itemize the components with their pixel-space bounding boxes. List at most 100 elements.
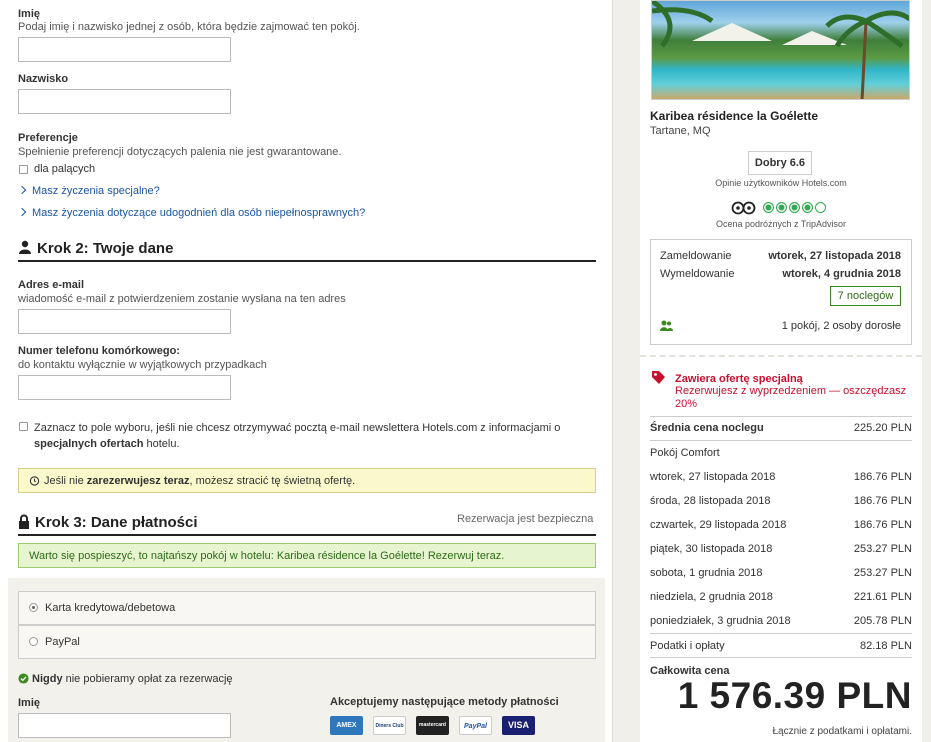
cardholder-name-label: Imię: [18, 697, 41, 709]
booking-form: Imię Podaj imię i nazwisko jednej z osób…: [0, 0, 613, 742]
first-name-label: Imię: [18, 8, 41, 20]
night-date: sobota, 1 grudnia 2018: [650, 567, 763, 579]
taxes-row: Podatki i opłaty 82.18 PLN: [650, 640, 912, 652]
nightly-price-row: środa, 28 listopada 2018 186.76 PLN: [650, 495, 912, 507]
payment-card-option[interactable]: Karta kredytowa/debetowa: [18, 591, 596, 625]
card-radio[interactable]: [29, 603, 38, 612]
secure-booking-text: Rezerwacja jest bezpieczna: [457, 513, 594, 525]
night-date: niedziela, 2 grudnia 2018: [650, 591, 773, 603]
ticket-edge-divider: [640, 355, 922, 357]
special-offer-title: Zawiera ofertę specjalną: [675, 373, 803, 385]
preferences-label: Preferencje: [18, 132, 78, 144]
email-label: Adres e-mail: [18, 279, 85, 291]
night-price: 186.76 PLN: [853, 471, 912, 483]
nightly-price-row: poniedziałek, 3 grudnia 2018 205.78 PLN: [650, 615, 912, 627]
checkin-row: Zameldowanie wtorek, 27 listopada 2018: [660, 250, 901, 262]
email-hint: wiadomość e-mail z potwierdzeniem zostan…: [18, 293, 346, 305]
paypal-radio[interactable]: [29, 637, 38, 646]
hotel-location: Tartane, MQ: [650, 125, 711, 137]
mastercard-card-icon: mastercard: [416, 716, 449, 735]
payment-paypal-option[interactable]: PayPal: [18, 625, 596, 659]
night-price: 205.78 PLN: [853, 615, 912, 627]
total-price: 1 576.39 PLN: [677, 675, 912, 716]
nightly-price-row: sobota, 1 grudnia 2018 253.27 PLN: [650, 567, 912, 579]
step2-heading: Krok 2: Twoje dane: [18, 240, 173, 257]
guests-icon: [660, 320, 673, 331]
special-requests-link[interactable]: Masz życzenia specjalne?: [17, 185, 160, 197]
nights-badge: 7 noclegów: [830, 286, 901, 306]
tripadvisor-bubbles: [763, 202, 828, 216]
rating-bubble: [763, 202, 774, 213]
nightly-price-row: piątek, 30 listopada 2018 253.27 PLN: [650, 543, 912, 555]
guests-row: 1 pokój, 2 osoby dorosłe: [660, 320, 901, 333]
night-date: środa, 28 listopada 2018: [650, 495, 771, 507]
cheapest-room-alert: Warto się pospieszyć, to najtańszy pokój…: [18, 543, 596, 568]
phone-label: Numer telefonu komórkowego:: [18, 345, 180, 357]
email-input[interactable]: [18, 309, 231, 334]
night-date: wtorek, 27 listopada 2018: [650, 471, 776, 483]
checkout-row: Wymeldowanie wtorek, 4 grudnia 2018: [660, 268, 901, 280]
lock-icon: [19, 514, 29, 529]
night-price: 253.27 PLN: [853, 567, 912, 579]
step3-heading: Krok 3: Dane płatności: [18, 514, 198, 531]
hotel-photo-drawing: [652, 1, 909, 99]
step3-divider: [18, 534, 596, 536]
check-circle-icon: [18, 673, 29, 684]
newsletter-checkbox[interactable]: [19, 422, 28, 431]
rating-caption: Opinie użytkowników Hotels.com: [715, 178, 847, 188]
last-name-label: Nazwisko: [18, 73, 69, 85]
step2-divider: [18, 260, 596, 262]
user-icon: [19, 240, 31, 254]
total-note: Łącznie z podatkami i opłatami.: [772, 726, 912, 737]
accessibility-requests-link[interactable]: Masz życzenia dotyczące udogodnień dla o…: [17, 207, 365, 219]
first-name-hint: Podaj imię i nazwisko jednej z osób, któ…: [18, 21, 360, 33]
paypal-card-icon: PayPal: [459, 716, 492, 735]
avg-price-row: Średnia cena noclegu 225.20 PLN: [650, 422, 912, 434]
night-price: 221.61 PLN: [853, 591, 912, 603]
night-price: 253.27 PLN: [853, 543, 912, 555]
rating-badge: Dobry 6.6: [748, 151, 812, 175]
special-offer-desc: Rezerwujesz z wyprzedzeniem — oszczędzas…: [675, 385, 907, 410]
nightly-price-row: czwartek, 29 listopada 2018 186.76 PLN: [650, 519, 912, 531]
night-price: 186.76 PLN: [853, 495, 912, 507]
last-name-input[interactable]: [18, 89, 231, 114]
booking-page: Imię Podaj imię i nazwisko jednej z osób…: [0, 0, 931, 742]
phone-input[interactable]: [18, 375, 231, 400]
divider: [650, 416, 912, 417]
rating-bubble: [776, 202, 787, 213]
nightly-price-row: niedziela, 2 grudnia 2018 221.61 PLN: [650, 591, 912, 603]
night-price: 186.76 PLN: [853, 519, 912, 531]
newsletter-label: Zaznacz to pole wyboru, jeśli nie chcesz…: [34, 422, 561, 450]
diners-club-card-icon: Diners Club: [373, 716, 406, 735]
amex-card-icon: AMEX: [330, 716, 363, 735]
booking-summary: Karibea résidence la Goélette Tartane, M…: [640, 0, 922, 742]
smoking-label: dla palących: [34, 163, 96, 175]
rating-bubble: [815, 202, 826, 213]
hotel-name[interactable]: Karibea résidence la Goélette: [650, 109, 818, 123]
night-date: poniedziałek, 3 grudnia 2018: [650, 615, 791, 627]
urgency-alert: Jeśli nie zarezerwujesz teraz, możesz st…: [18, 468, 596, 493]
night-date: piątek, 30 listopada 2018: [650, 543, 773, 555]
visa-card-icon: VISA: [502, 716, 535, 735]
room-type: Pokój Comfort: [650, 447, 720, 459]
night-date: czwartek, 29 listopada 2018: [650, 519, 787, 531]
nightly-price-row: wtorek, 27 listopada 2018 186.76 PLN: [650, 471, 912, 483]
tripadvisor-caption: Ocena podróżnych z TripAdvisor: [715, 219, 847, 229]
tag-icon: [651, 370, 666, 388]
smoking-checkbox[interactable]: [19, 165, 28, 174]
chevron-right-icon: [17, 185, 27, 195]
no-fees-note: Nigdy nie pobieramy opłat za rezerwację: [18, 673, 233, 685]
rating-bubble: [789, 202, 800, 213]
phone-hint: do kontaktu wyłącznie w wyjątkowych przy…: [18, 359, 267, 371]
rating-bubble: [802, 202, 813, 213]
hotel-photo: [651, 0, 910, 100]
first-name-input[interactable]: [18, 37, 231, 62]
divider: [650, 633, 912, 634]
chevron-right-icon: [17, 207, 27, 217]
divider: [650, 440, 912, 441]
preferences-hint: Spełnienie preferencji dotyczących palen…: [18, 146, 342, 158]
alarm-clock-icon: [29, 476, 40, 486]
cardholder-name-input[interactable]: [18, 713, 231, 738]
divider: [650, 657, 912, 658]
payment-methods-label: Akceptujemy następujące metody płatności: [330, 696, 559, 708]
